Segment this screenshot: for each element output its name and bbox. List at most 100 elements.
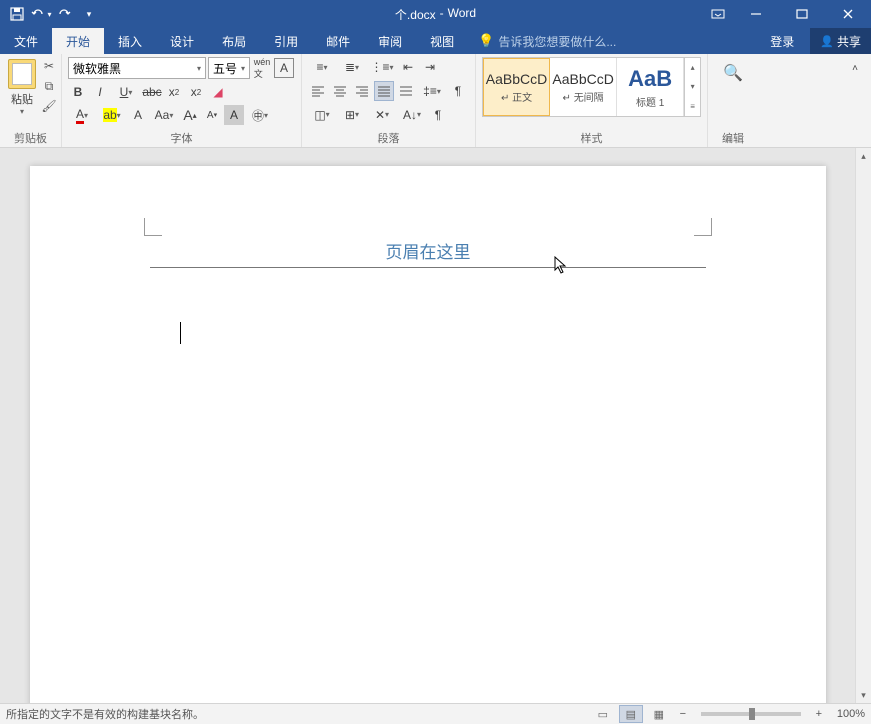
tab-design[interactable]: 设计 bbox=[156, 28, 208, 54]
page-header[interactable]: 页眉在这里 bbox=[150, 238, 706, 268]
underline-button[interactable]: U▾ bbox=[112, 82, 140, 102]
numbering-button[interactable]: ≣▾ bbox=[338, 57, 366, 77]
group-editing: 🔍 编辑 bbox=[708, 54, 758, 147]
web-layout-icon[interactable]: ▦ bbox=[647, 705, 671, 723]
tab-insert[interactable]: 插入 bbox=[104, 28, 156, 54]
align-left-button[interactable] bbox=[308, 81, 328, 101]
font-grow-icon[interactable]: A▴ bbox=[180, 105, 200, 125]
doc-filename: 个.docx bbox=[395, 6, 436, 23]
style-gallery: AaBbCcD ↵ 正文 AaBbCcD ↵ 无间隔 AaB 标题 1 ▴ ▾ … bbox=[482, 57, 701, 117]
align-center-button[interactable] bbox=[330, 81, 350, 101]
gallery-up-icon[interactable]: ▴ bbox=[685, 58, 700, 77]
style-normal[interactable]: AaBbCcD ↵ 正文 bbox=[483, 58, 550, 116]
header-corner-right bbox=[694, 218, 712, 236]
pilcrow-button[interactable]: ¶ bbox=[428, 105, 448, 125]
save-icon[interactable] bbox=[6, 3, 28, 25]
line-spacing-button[interactable]: ‡≡▾ bbox=[418, 81, 446, 101]
header-text[interactable]: 页眉在这里 bbox=[150, 238, 706, 267]
tab-file[interactable]: 文件 bbox=[0, 28, 52, 54]
minimize-icon[interactable] bbox=[733, 0, 779, 28]
tell-me-search[interactable]: 💡 告诉我您想要做什么... bbox=[468, 28, 616, 54]
group-clipboard-label: 剪贴板 bbox=[6, 128, 55, 147]
decrease-indent-button[interactable]: ⇤ bbox=[398, 57, 418, 77]
tab-review[interactable]: 审阅 bbox=[364, 28, 416, 54]
text-caret bbox=[180, 322, 181, 344]
clear-formatting-icon[interactable]: ◢ bbox=[208, 82, 228, 102]
char-border-icon[interactable]: A bbox=[274, 58, 294, 78]
phonetic-guide-icon[interactable]: wén文 bbox=[252, 58, 272, 78]
italic-button[interactable]: I bbox=[90, 82, 110, 102]
subscript-button[interactable]: x2 bbox=[164, 82, 184, 102]
vertical-scrollbar[interactable]: ▴ ▾ bbox=[855, 148, 871, 703]
justify-button[interactable] bbox=[374, 81, 394, 101]
read-mode-icon[interactable]: ▭ bbox=[591, 705, 615, 723]
undo-icon[interactable]: ▾ bbox=[30, 3, 52, 25]
font-color-button[interactable]: A▾ bbox=[68, 105, 96, 125]
font-size-combo[interactable]: 五号▾ bbox=[208, 57, 250, 79]
scroll-track[interactable] bbox=[856, 164, 871, 687]
font-shrink-icon[interactable]: A▾ bbox=[202, 105, 222, 125]
tab-mailings[interactable]: 邮件 bbox=[312, 28, 364, 54]
change-case-button[interactable]: Aa▾ bbox=[150, 105, 178, 125]
login-button[interactable]: 登录 bbox=[760, 33, 804, 50]
document-area[interactable]: 页眉在这里 bbox=[0, 148, 855, 703]
tab-home[interactable]: 开始 bbox=[52, 28, 104, 54]
asian-layout-button[interactable]: ✕▾ bbox=[368, 105, 396, 125]
style-gallery-more: ▴ ▾ ≡ bbox=[684, 58, 700, 116]
zoom-level[interactable]: 100% bbox=[837, 708, 865, 720]
scroll-down-icon[interactable]: ▾ bbox=[856, 687, 871, 703]
show-marks-button[interactable]: ¶ bbox=[448, 81, 468, 101]
enclose-char-icon[interactable]: ㊥▾ bbox=[246, 105, 274, 125]
bullets-button[interactable]: ≡▾ bbox=[308, 57, 336, 77]
grow-font-button[interactable]: A bbox=[128, 105, 148, 125]
tab-references[interactable]: 引用 bbox=[260, 28, 312, 54]
highlight-button[interactable]: ab▾ bbox=[98, 105, 126, 125]
multilevel-list-button[interactable]: ⋮≡▾ bbox=[368, 57, 396, 77]
scroll-up-icon[interactable]: ▴ bbox=[856, 148, 871, 164]
tab-layout[interactable]: 布局 bbox=[208, 28, 260, 54]
bold-button[interactable]: B bbox=[68, 82, 88, 102]
window-controls bbox=[703, 0, 871, 28]
group-editing-label: 编辑 bbox=[714, 128, 752, 147]
find-icon[interactable]: 🔍 bbox=[723, 63, 743, 83]
header-corner-left bbox=[144, 218, 162, 236]
paste-button[interactable]: 粘贴 ▾ bbox=[6, 57, 38, 118]
format-painter-icon[interactable]: 🖌 bbox=[40, 97, 58, 115]
superscript-button[interactable]: x2 bbox=[186, 82, 206, 102]
zoom-thumb[interactable] bbox=[749, 708, 755, 720]
group-styles: AaBbCcD ↵ 正文 AaBbCcD ↵ 无间隔 AaB 标题 1 ▴ ▾ … bbox=[476, 54, 708, 147]
gallery-down-icon[interactable]: ▾ bbox=[685, 77, 700, 96]
share-button[interactable]: 👤 共享 bbox=[810, 28, 871, 54]
window-title: 个.docx - Word bbox=[395, 6, 476, 23]
document-page[interactable]: 页眉在这里 bbox=[30, 166, 826, 703]
font-name-combo[interactable]: 微软雅黑▾ bbox=[68, 57, 206, 79]
collapse-ribbon-icon[interactable]: ˄ bbox=[845, 58, 865, 78]
gallery-expand-icon[interactable]: ≡ bbox=[685, 97, 700, 116]
paste-icon bbox=[8, 59, 36, 89]
redo-icon[interactable] bbox=[54, 3, 76, 25]
strikethrough-button[interactable]: abc bbox=[142, 82, 162, 102]
distribute-button[interactable] bbox=[396, 81, 416, 101]
cut-icon[interactable]: ✂ bbox=[40, 57, 58, 75]
increase-indent-button[interactable]: ⇥ bbox=[420, 57, 440, 77]
align-right-button[interactable] bbox=[352, 81, 372, 101]
style-no-spacing[interactable]: AaBbCcD ↵ 无间隔 bbox=[550, 58, 617, 116]
style-heading1[interactable]: AaB 标题 1 bbox=[617, 58, 684, 116]
statusbar: 所指定的文字不是有效的构建基块名称。 ▭ ▤ ▦ − + 100% bbox=[0, 703, 871, 724]
ribbon-options-icon[interactable] bbox=[703, 0, 733, 28]
qat-customize-icon[interactable]: ▾ bbox=[78, 3, 100, 25]
sort-button[interactable]: A↓▾ bbox=[398, 105, 426, 125]
quick-access-toolbar: ▾ ▾ bbox=[0, 3, 100, 25]
copy-icon[interactable]: ⧉ bbox=[40, 77, 58, 95]
zoom-in-button[interactable]: + bbox=[811, 708, 827, 720]
print-layout-icon[interactable]: ▤ bbox=[619, 705, 643, 723]
maximize-icon[interactable] bbox=[779, 0, 825, 28]
char-shading-icon[interactable]: A bbox=[224, 105, 244, 125]
status-message: 所指定的文字不是有效的构建基块名称。 bbox=[6, 706, 204, 722]
zoom-slider[interactable] bbox=[701, 712, 801, 716]
borders-button[interactable]: ⊞▾ bbox=[338, 105, 366, 125]
close-icon[interactable] bbox=[825, 0, 871, 28]
shading-button[interactable]: ◫▾ bbox=[308, 105, 336, 125]
zoom-out-button[interactable]: − bbox=[675, 708, 691, 720]
tab-view[interactable]: 视图 bbox=[416, 28, 468, 54]
